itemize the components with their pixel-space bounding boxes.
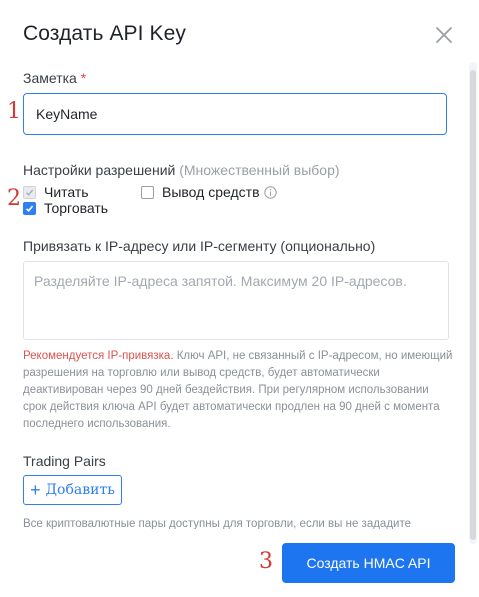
note-input[interactable] [23, 93, 447, 135]
add-label: Добавить [45, 482, 115, 498]
permission-withdraw[interactable]: Вывод средств [141, 184, 277, 200]
permission-trade[interactable]: Торговать [23, 200, 108, 216]
withdraw-label: Вывод средств [162, 184, 260, 200]
close-button[interactable] [433, 24, 455, 46]
check-icon [25, 204, 34, 212]
permission-read[interactable]: Читать [23, 184, 89, 200]
note-label: Заметка * [23, 70, 87, 86]
withdraw-checkbox[interactable] [141, 185, 154, 199]
read-label: Читать [44, 184, 89, 200]
permissions-hint: (Множественный выбор) [179, 162, 340, 178]
close-icon [436, 27, 452, 43]
trade-checkbox[interactable] [23, 201, 36, 215]
check-icon [25, 189, 34, 196]
create-api-key-dialog: Создать API Key Заметка * 1 Настройки ра… [0, 0, 479, 597]
create-hmac-api-button[interactable]: Создать HMAC API [282, 543, 455, 583]
dialog-title: Создать API Key [23, 22, 187, 45]
ip-warning-accent: Рекомендуется IP-привязка. [23, 350, 174, 362]
required-mark: * [80, 70, 87, 86]
annotation-marker-1: 1 [7, 99, 21, 124]
plus-icon: + [30, 480, 41, 500]
scrollbar[interactable] [469, 62, 477, 544]
annotation-marker-3: 3 [259, 549, 273, 574]
ip-warning-text: Ключ API, не связанный с IP-адресом, но … [23, 350, 453, 430]
trade-label: Торговать [44, 200, 109, 216]
info-icon[interactable] [263, 185, 277, 199]
dialog-header: Создать API Key [23, 22, 459, 52]
annotation-marker-2: 2 [7, 186, 21, 211]
ip-warning: Рекомендуется IP-привязка. Ключ API, не … [23, 348, 455, 433]
ip-input[interactable] [23, 261, 449, 340]
ip-label: Привязать к IP-адресу или IP-сегменту (о… [23, 238, 376, 254]
add-trading-pair-button[interactable]: + Добавить [23, 475, 122, 505]
scrollbar-thumb[interactable] [470, 70, 476, 540]
trading-pairs-footnote: Все криптовалютные пары доступны для тор… [23, 518, 411, 529]
permissions-label: Настройки разрешений (Множественный выбо… [23, 162, 340, 178]
read-checkbox[interactable] [23, 185, 36, 199]
trading-pairs-label: Trading Pairs [23, 453, 106, 469]
